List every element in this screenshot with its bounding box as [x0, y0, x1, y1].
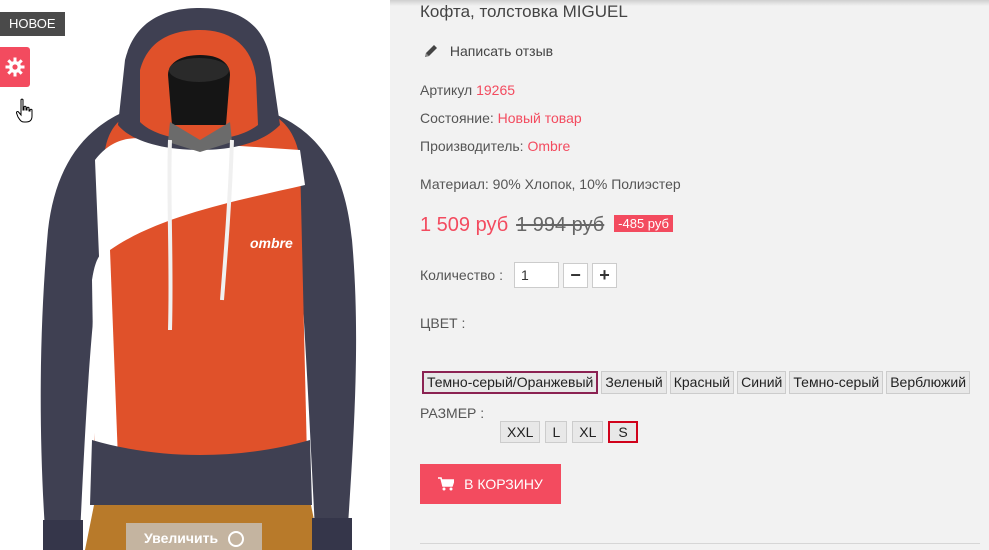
- color-label: ЦВЕТ :: [420, 315, 466, 331]
- manufacturer-row: Производитель: Ombre: [420, 138, 570, 154]
- product-gallery: ombre НОВОЕ Увеличить: [0, 0, 390, 550]
- condition-label: Состояние:: [420, 110, 494, 126]
- product-image[interactable]: ombre: [0, 0, 390, 550]
- size-label: РАЗМЕР :: [420, 405, 485, 421]
- article-row: Артикул 19265: [420, 82, 515, 98]
- color-option-dark-grey[interactable]: Темно-серый: [789, 371, 884, 394]
- color-option-dark-grey-orange[interactable]: Темно-серый/Оранжевый: [422, 371, 599, 394]
- divider: [420, 543, 980, 544]
- quantity-input[interactable]: [513, 262, 559, 288]
- condition-row: Состояние: Новый товар: [420, 110, 582, 126]
- settings-button[interactable]: [0, 47, 30, 87]
- zoom-label: Увеличить: [144, 530, 219, 546]
- price-row: 1 509 руб 1 994 руб -485 руб: [420, 214, 673, 237]
- color-option-green[interactable]: Зеленый: [601, 371, 667, 394]
- quantity-increase-button[interactable]: +: [591, 262, 617, 288]
- quantity-stepper: Количество : − +: [420, 262, 617, 288]
- new-badge: НОВОЕ: [0, 12, 65, 36]
- color-option-red[interactable]: Красный: [669, 371, 735, 394]
- material-text: Материал: 90% Хлопок, 10% Полиэстер: [420, 176, 681, 192]
- size-option-s[interactable]: S: [608, 421, 638, 443]
- quantity-decrease-button[interactable]: −: [562, 262, 588, 288]
- manufacturer-link[interactable]: Ombre: [527, 138, 570, 154]
- add-to-cart-button[interactable]: В КОРЗИНУ: [420, 464, 561, 504]
- article-label: Артикул: [420, 82, 473, 98]
- svg-text:ombre: ombre: [250, 235, 293, 251]
- size-options: XXL L XL S: [500, 421, 643, 443]
- quantity-label: Количество :: [420, 267, 503, 283]
- review-label: Написать отзыв: [449, 43, 554, 59]
- gear-icon: [5, 57, 25, 77]
- zoom-button[interactable]: Увеличить: [126, 523, 262, 550]
- color-option-camel[interactable]: Верблюжий: [886, 371, 971, 394]
- size-option-l[interactable]: L: [545, 421, 568, 443]
- size-option-xxl[interactable]: XXL: [500, 421, 541, 443]
- pencil-icon: [425, 45, 437, 57]
- shopping-cart-icon: [438, 477, 455, 491]
- condition-value: Новый товар: [497, 110, 582, 126]
- old-price: 1 994 руб: [516, 214, 605, 236]
- discount-badge: -485 руб: [614, 215, 673, 232]
- product-title: Кофта, толстовка MIGUEL: [420, 2, 628, 21]
- size-option-xl[interactable]: XL: [572, 421, 604, 443]
- article-value: 19265: [476, 82, 516, 98]
- add-to-cart-label: В КОРЗИНУ: [464, 476, 543, 492]
- color-options: Темно-серый/Оранжевый Зеленый Красный Си…: [422, 371, 973, 394]
- manufacturer-label: Производитель:: [420, 138, 524, 154]
- plus-circle-icon: [227, 531, 244, 548]
- current-price: 1 509 руб: [420, 214, 509, 236]
- hand-pointer-icon: [16, 98, 33, 123]
- write-review-link[interactable]: Написать отзыв: [424, 43, 553, 59]
- color-option-blue[interactable]: Синий: [737, 371, 787, 394]
